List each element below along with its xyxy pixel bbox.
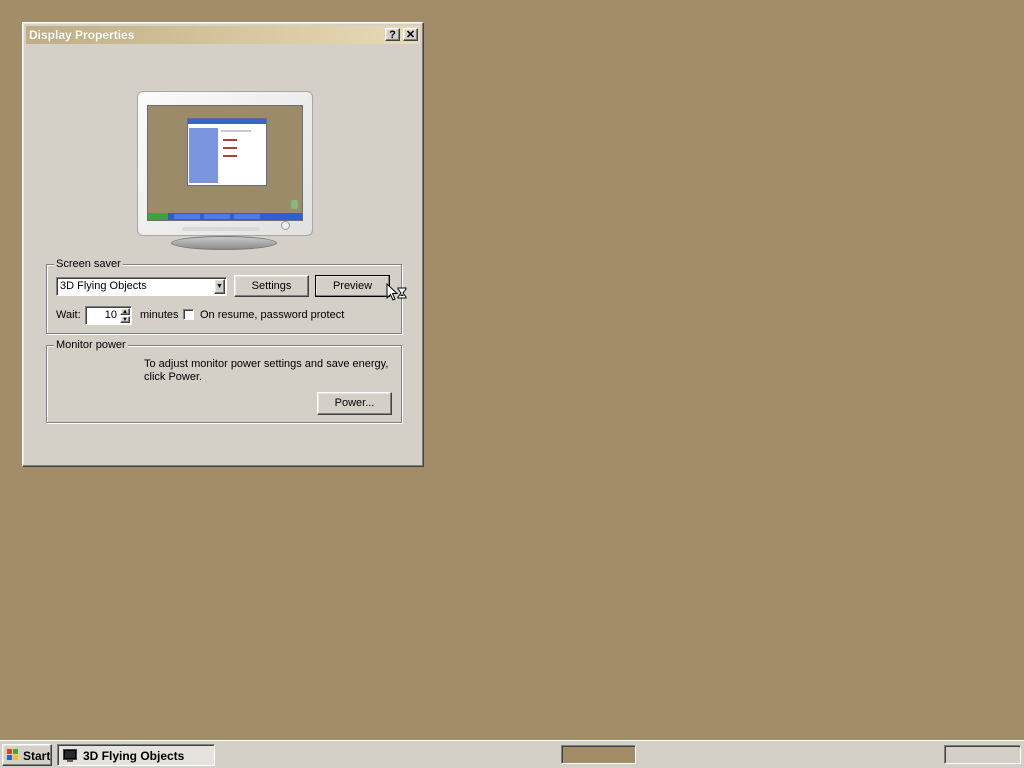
monitor-power-description-line1: To adjust monitor power settings and sav… [144,358,389,370]
screen-saver-selected: 3D Flying Objects [60,280,147,292]
screen-saver-select[interactable]: 3D Flying Objects ▼ [56,277,227,296]
wait-value: 10 [104,309,117,321]
screen-saver-group-label: Screen saver [54,258,123,270]
chevron-down-icon[interactable]: ▼ [214,279,225,294]
wait-minutes-spinner[interactable]: 10 ▲ ▼ [85,306,132,325]
taskbar-tray-area [561,745,636,764]
start-button[interactable]: Start [2,744,52,766]
screen-saver-icon [63,749,77,762]
spin-down-icon[interactable]: ▼ [120,316,130,323]
settings-button[interactable]: Settings [234,275,309,297]
notification-area [944,745,1021,764]
screen-saver-group: Screen saver 3D Flying Objects ▼ Setting… [46,258,402,334]
monitor-power-group-label: Monitor power [54,339,128,351]
preview-screen [147,105,303,221]
windows-logo-icon [7,749,18,760]
taskbar: Start 3D Flying Objects [0,740,1024,768]
recycle-bin-icon [291,200,298,209]
preview-taskbar [148,213,302,220]
power-button[interactable]: Power... [317,392,392,415]
taskbar-item-label: 3D Flying Objects [83,749,185,763]
monitor-power-light-icon [281,221,290,230]
minutes-label: minutes [140,309,179,321]
start-label: Start [23,749,51,763]
title-bar[interactable]: Display Properties ? ✕ [26,26,420,44]
wait-label: Wait: [56,309,81,321]
display-properties-window: Display Properties ? ✕ Screen saver 3D F… [22,22,424,467]
help-button[interactable]: ? [385,28,400,41]
preview-button[interactable]: Preview [315,275,390,297]
monitor-power-description-line2: click Power. [144,371,203,383]
close-button[interactable]: ✕ [403,28,418,41]
password-protect-label[interactable]: On resume, password protect [200,309,344,321]
spin-up-icon[interactable]: ▲ [120,308,130,315]
monitor-power-group: Monitor power To adjust monitor power se… [46,339,402,423]
monitor-preview [137,91,313,236]
taskbar-item-3d-flying-objects[interactable]: 3D Flying Objects [57,744,215,766]
busy-cursor-icon [386,283,407,301]
preview-window-thumbnail [187,118,267,186]
window-title: Display Properties [29,28,135,42]
password-protect-checkbox[interactable] [183,309,194,320]
monitor-stand [171,236,277,250]
